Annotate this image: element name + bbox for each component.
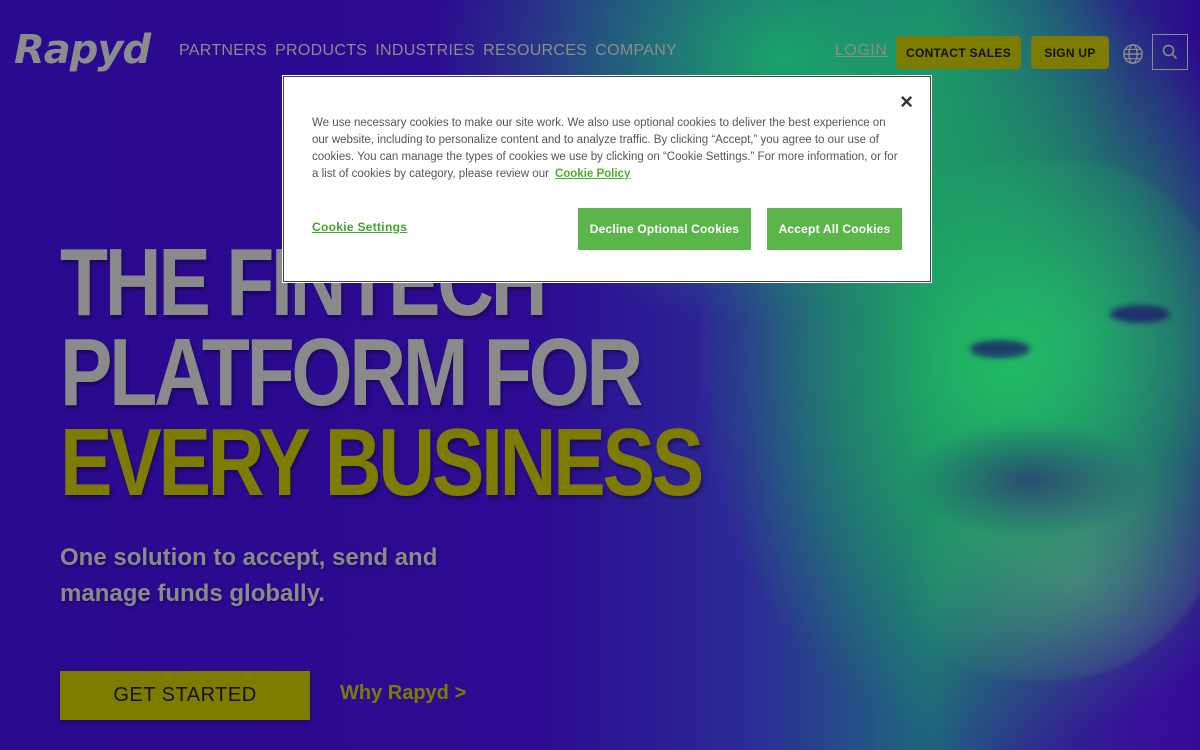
contact-sales-button[interactable]: CONTACT SALES <box>896 36 1021 69</box>
main-nav: PARTNERS PRODUCTS INDUSTRIES RESOURCES C… <box>179 42 677 60</box>
globe-icon[interactable] <box>1122 43 1144 65</box>
nav-resources[interactable]: RESOURCES <box>483 42 587 60</box>
get-started-button[interactable]: GET STARTED <box>60 671 310 720</box>
hero-subtitle: One solution to accept, send and manage … <box>60 544 438 607</box>
login-link[interactable]: LOGIN <box>835 42 887 60</box>
cookie-consent-modal: × We use necessary cookies to make our s… <box>283 76 931 282</box>
portrait-eye <box>1110 305 1170 323</box>
rapyd-logo[interactable]: Rapyd <box>14 27 151 73</box>
search-icon <box>1162 44 1178 60</box>
accept-all-cookies-button[interactable]: Accept All Cookies <box>767 208 902 250</box>
cookie-policy-link[interactable]: Cookie Policy <box>555 168 630 180</box>
nav-partners[interactable]: PARTNERS <box>179 42 267 60</box>
headline-line-3: EVERY BUSINESS <box>60 409 704 516</box>
nav-company[interactable]: COMPANY <box>595 42 677 60</box>
portrait-eye <box>970 340 1030 358</box>
nav-industries[interactable]: INDUSTRIES <box>375 42 475 60</box>
cookie-notice-text: We use necessary cookies to make our sit… <box>312 115 902 183</box>
why-rapyd-link[interactable]: Why Rapyd > <box>340 682 466 705</box>
nav-products[interactable]: PRODUCTS <box>275 42 367 60</box>
search-button[interactable] <box>1152 34 1188 70</box>
sign-up-button[interactable]: SIGN UP <box>1031 36 1109 69</box>
decline-optional-cookies-button[interactable]: Decline Optional Cookies <box>578 208 751 250</box>
close-icon[interactable]: × <box>900 89 913 115</box>
cookie-settings-link[interactable]: Cookie Settings <box>312 220 407 234</box>
headline-line-2: PLATFORM FOR <box>60 319 643 426</box>
